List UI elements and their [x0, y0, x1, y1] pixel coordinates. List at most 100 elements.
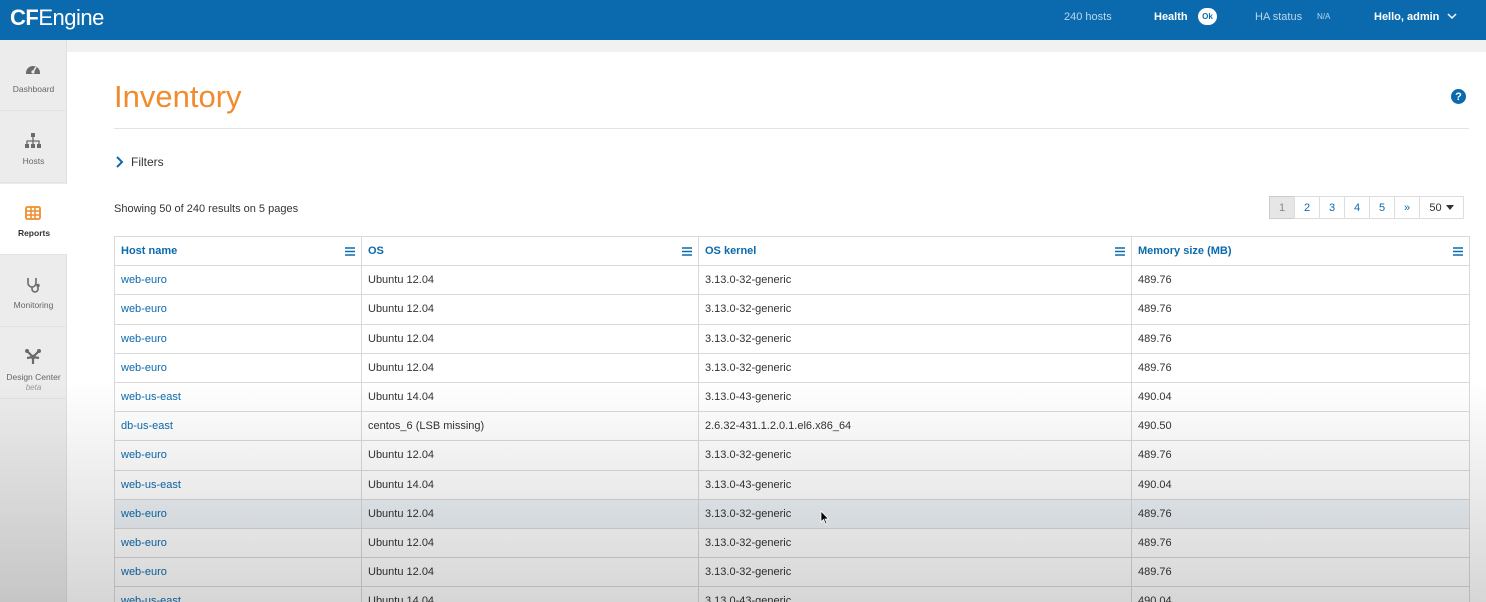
column-header-host-name[interactable]: Host name [114, 235, 362, 267]
sidebar-item-dashboard[interactable]: Dashboard [0, 40, 67, 111]
os-kernel-cell: 3.13.0-32-generic [698, 557, 1132, 588]
top-navbar: CFEngine 240 hosts Health Ok HA status N… [0, 0, 1486, 40]
os-kernel-cell: 3.13.0-32-generic [698, 294, 1132, 325]
sidebar-item-reports[interactable]: Reports [0, 184, 68, 255]
page-size-select[interactable]: 50 [1419, 196, 1464, 219]
sidebar-label: Hosts [22, 156, 45, 166]
logo-bold-text: CF [10, 5, 39, 30]
memory-size-cell: 489.76 [1131, 527, 1470, 559]
memory-size-cell: 489.76 [1131, 498, 1470, 529]
sidebar: Dashboard Hosts Reports Monitoring Desig… [0, 40, 68, 602]
column-header-label: Memory size (MB) [1138, 245, 1232, 258]
os-kernel-cell: 3.13.0-43-generic [698, 381, 1132, 413]
table-row[interactable]: web-euro Ubuntu 12.04 3.13.0-32-generic 489… [114, 440, 1470, 471]
sidebar-item-monitoring[interactable]: Monitoring [0, 256, 67, 327]
memory-size-cell: 490.04 [1131, 381, 1470, 413]
host-name-cell[interactable]: web-euro [114, 557, 362, 588]
memory-size-cell: 490.04 [1131, 469, 1470, 500]
chevron-down-icon[interactable] [1446, 10, 1458, 22]
page-button[interactable]: 5 [1369, 196, 1395, 219]
host-name-cell[interactable]: web-us-east [114, 586, 362, 602]
os-cell: Ubuntu 12.04 [361, 527, 699, 559]
os-kernel-cell: 3.13.0-32-generic [698, 265, 1132, 296]
table-row[interactable]: web-euro Ubuntu 12.04 3.13.0-32-generic 489… [114, 265, 1470, 296]
page-button[interactable]: 1 [1269, 196, 1295, 219]
table-row[interactable]: web-euro Ubuntu 12.04 3.13.0-32-generic 489… [114, 294, 1470, 325]
sidebar-item-design-center[interactable]: Design Center beta [0, 328, 67, 399]
table-row[interactable]: db-us-east centos_6 (LSB missing) 2.6.32-4… [114, 411, 1470, 442]
table-row[interactable]: web-euro Ubuntu 12.04 3.13.0-32-generic 489… [114, 352, 1470, 383]
os-kernel-cell: 3.13.0-43-generic [698, 469, 1132, 500]
os-kernel-cell: 3.13.0-32-generic [698, 352, 1132, 383]
host-name-cell[interactable]: web-us-east [114, 469, 362, 500]
health-label[interactable]: Health [1154, 11, 1188, 23]
inventory-table: Host name OS OS kernel Memory size (MB) … [114, 235, 1470, 602]
os-kernel-cell: 3.13.0-32-generic [698, 323, 1132, 354]
hosts-count[interactable]: 240 hosts [1064, 11, 1112, 23]
page-button[interactable]: 3 [1319, 196, 1345, 219]
os-cell: Ubuntu 12.04 [361, 498, 699, 529]
column-header-memory-size[interactable]: Memory size (MB) [1131, 235, 1470, 267]
logo-text: Engine [38, 5, 104, 30]
table-row[interactable]: web-euro Ubuntu 12.04 3.13.0-32-generic 489… [114, 527, 1470, 559]
memory-size-cell: 489.76 [1131, 557, 1470, 588]
next-page-button[interactable]: » [1394, 196, 1420, 219]
host-name-cell[interactable]: web-euro [114, 323, 362, 354]
help-icon[interactable]: ? [1451, 89, 1466, 104]
sidebar-label: Monitoring [13, 300, 54, 310]
table-row[interactable]: web-us-east Ubuntu 14.04 3.13.0-43-generic… [114, 586, 1470, 602]
table-row[interactable]: web-euro Ubuntu 12.04 3.13.0-32-generic 489… [114, 323, 1470, 354]
column-header-label: OS [368, 245, 384, 258]
user-menu[interactable]: Hello, admin [1374, 11, 1439, 23]
os-kernel-cell: 3.13.0-32-generic [698, 498, 1132, 529]
memory-size-cell: 489.76 [1131, 352, 1470, 383]
memory-size-cell: 490.50 [1131, 411, 1470, 442]
page-button[interactable]: 2 [1294, 196, 1320, 219]
mouse-cursor-icon [820, 510, 830, 525]
column-header-os-kernel[interactable]: OS kernel [698, 235, 1132, 267]
table-row[interactable]: web-us-east Ubuntu 14.04 3.13.0-43-generic… [114, 469, 1470, 500]
os-kernel-cell: 3.13.0-32-generic [698, 440, 1132, 471]
host-name-cell[interactable]: web-euro [114, 352, 362, 383]
host-name-cell[interactable]: web-euro [114, 294, 362, 325]
memory-size-cell: 489.76 [1131, 294, 1470, 325]
results-summary: Showing 50 of 240 results on 5 pages [114, 203, 299, 215]
column-menu-icon[interactable] [1115, 247, 1125, 256]
os-kernel-cell: 2.6.32-431.1.2.0.1.el6.x86_64 [698, 411, 1132, 442]
table-row[interactable]: web-euro Ubuntu 12.04 3.13.0-32-generic 489… [114, 557, 1470, 588]
cfengine-logo[interactable]: CFEngine [10, 5, 104, 31]
page-button[interactable]: 4 [1344, 196, 1370, 219]
table-row[interactable]: web-us-east Ubuntu 14.04 3.13.0-43-generic… [114, 381, 1470, 413]
table-body: web-euro Ubuntu 12.04 3.13.0-32-generic 489… [114, 265, 1470, 602]
sidebar-label: Design Center [6, 372, 61, 382]
host-name-cell[interactable]: web-euro [114, 527, 362, 559]
table-row[interactable]: web-euro Ubuntu 12.04 3.13.0-32-generic 489… [114, 498, 1470, 529]
column-header-os[interactable]: OS [361, 235, 699, 267]
sidebar-label: Dashboard [12, 84, 55, 94]
caret-down-icon [1445, 204, 1454, 210]
host-name-cell[interactable]: db-us-east [114, 411, 362, 442]
os-cell: Ubuntu 14.04 [361, 381, 699, 413]
health-status-badge[interactable]: Ok [1198, 8, 1217, 25]
column-header-label: OS kernel [705, 245, 757, 258]
column-header-label: Host name [121, 245, 178, 258]
pagination: 1 2 3 4 5 » 50 [1269, 196, 1464, 219]
ha-status-label: HA status [1255, 11, 1303, 23]
sidebar-item-hosts[interactable]: Hosts [0, 112, 67, 183]
host-name-cell[interactable]: web-euro [114, 498, 362, 529]
memory-size-cell: 489.76 [1131, 265, 1470, 296]
column-menu-icon[interactable] [1453, 247, 1463, 256]
monitoring-stethoscope-icon [27, 278, 40, 293]
column-menu-icon[interactable] [682, 247, 692, 256]
host-name-cell[interactable]: web-euro [114, 440, 362, 471]
os-cell: Ubuntu 14.04 [361, 469, 699, 500]
filters-toggle[interactable]: Filters [114, 155, 164, 169]
column-menu-icon[interactable] [345, 247, 355, 256]
sidebar-label: Reports [17, 228, 51, 238]
os-cell: Ubuntu 12.04 [361, 265, 699, 296]
design-center-icon [25, 349, 41, 364]
host-name-cell[interactable]: web-euro [114, 265, 362, 296]
host-name-cell[interactable]: web-us-east [114, 381, 362, 413]
os-cell: Ubuntu 12.04 [361, 440, 699, 471]
os-cell: Ubuntu 12.04 [361, 352, 699, 383]
